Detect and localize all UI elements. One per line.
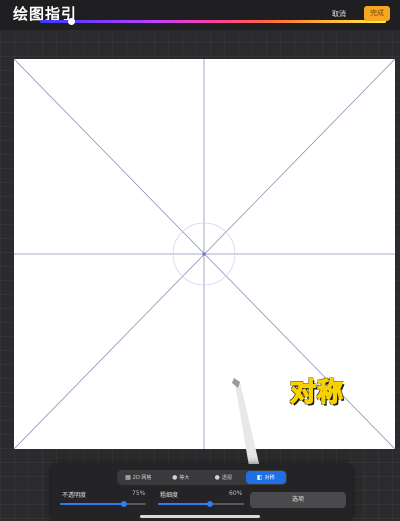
options-button[interactable]: 选项 [250, 492, 346, 508]
opacity-value: 75% [132, 490, 146, 497]
home-indicator [140, 515, 260, 518]
opacity-slider-knob[interactable] [121, 501, 127, 507]
thickness-value: 60% [229, 490, 243, 497]
perspective-icon: ● [214, 474, 220, 481]
thickness-slider[interactable] [158, 501, 244, 507]
opacity-label: 不透明度 [62, 492, 87, 499]
mode-2d-grid[interactable]: ▦ 2D 网格 [118, 471, 159, 484]
mode-isometric[interactable]: ● 等大 [161, 471, 202, 484]
thickness-slider-fill [158, 503, 210, 505]
symmetry-icon: ◧ [256, 474, 263, 481]
opacity-slider-fill [60, 503, 124, 505]
symmetry-caption: 对称 [289, 377, 345, 408]
top-bar: 绘图指引 取消 完成 [0, 0, 400, 30]
spectrum-handle[interactable] [68, 18, 75, 25]
guide-mode-selector: ▦ 2D 网格 ● 等大 ● 透视 ◧ 对称 [117, 470, 287, 485]
isometric-icon: ● [172, 474, 178, 481]
opacity-slider[interactable] [60, 501, 146, 507]
thickness-label: 粗细度 [160, 492, 179, 499]
mode-perspective[interactable]: ● 透视 [203, 471, 244, 484]
mode-symmetry[interactable]: ◧ 对称 [245, 471, 286, 484]
thickness-slider-knob[interactable] [207, 501, 213, 507]
done-button[interactable]: 完成 [364, 6, 390, 21]
cancel-button[interactable]: 取消 [324, 7, 354, 21]
drawing-guide-screen: 绘图指引 取消 完成 对称 ▦ 2D 网格 ● 等大 ● 透视 ◧ 对称 不透明… [0, 0, 400, 521]
center-point [202, 252, 206, 256]
grid-icon: ▦ [125, 474, 131, 481]
